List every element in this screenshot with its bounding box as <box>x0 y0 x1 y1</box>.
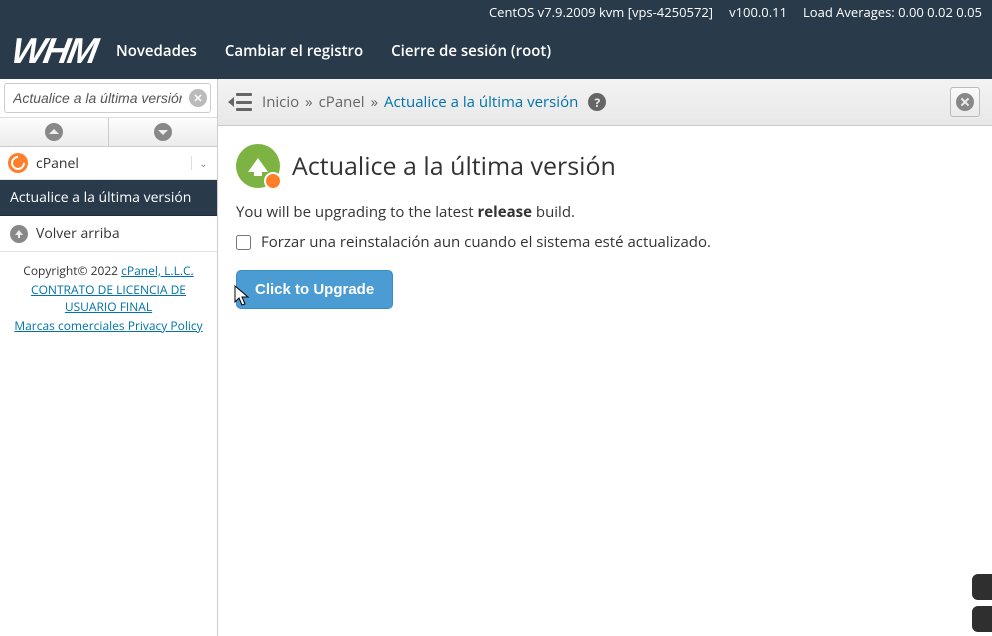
share-widget-icon[interactable] <box>972 606 992 632</box>
breadcrumb-section[interactable]: cPanel <box>319 92 365 112</box>
back-top-label: Volver arriba <box>36 224 120 243</box>
force-reinstall-checkbox[interactable] <box>236 235 251 250</box>
back-to-top[interactable]: Volver arriba <box>0 216 217 252</box>
search-wrap: ✕ <box>0 79 217 118</box>
force-reinstall-label: Forzar una reinstalación aun cuando el s… <box>261 232 711 252</box>
nav-logout[interactable]: Cierre de sesión (root) <box>391 41 551 61</box>
help-icon[interactable]: ? <box>588 93 606 111</box>
arrow-left-icon <box>228 97 234 107</box>
chevron-up-icon <box>45 123 63 141</box>
search-clear-icon[interactable]: ✕ <box>189 89 207 107</box>
breadcrumb-back-button[interactable] <box>230 93 252 111</box>
sidebar-controls <box>0 118 217 147</box>
arrow-up-icon <box>10 225 28 243</box>
cpanel-badge-icon <box>264 172 282 190</box>
breadcrumb-close-button[interactable] <box>950 87 980 117</box>
status-load: Load Averages: 0.00 0.02 0.05 <box>803 3 982 19</box>
sidebar-footer: Copyright© 2022 cPanel, L.L.C. CONTRATO … <box>0 252 217 346</box>
upgrade-button[interactable]: Click to Upgrade <box>236 270 393 309</box>
page-title: Actualice a la última versión <box>236 144 974 188</box>
page-heading: Actualice a la última versión <box>292 149 616 183</box>
upgrade-notice: You will be upgrading to the latest rele… <box>236 202 974 222</box>
status-os: CentOS v7.9.2009 kvm [vps-4250572] <box>489 3 713 19</box>
header: WHM Novedades Cambiar el registro Cierre… <box>0 22 992 79</box>
sidebar: ✕ cPanel ⌄ Actualice a la última versión <box>0 79 218 636</box>
breadcrumb-home[interactable]: Inicio <box>262 92 299 112</box>
chevron-down-icon[interactable]: ⌄ <box>191 156 209 170</box>
status-version: v100.0.11 <box>729 3 787 19</box>
category-label: cPanel <box>36 154 191 173</box>
upgrade-icon <box>236 144 280 188</box>
sidebar-category-cpanel[interactable]: cPanel ⌄ <box>0 147 217 180</box>
nav-news[interactable]: Novedades <box>116 41 197 61</box>
cpanel-icon <box>8 153 28 173</box>
search-input[interactable] <box>4 83 211 113</box>
chevron-down-icon <box>154 123 172 141</box>
sidebar-item-upgrade[interactable]: Actualice a la última versión <box>0 180 217 216</box>
breadcrumb-bar: Inicio » cPanel » Actualice a la última … <box>218 79 992 126</box>
force-reinstall-row[interactable]: Forzar una reinstalación aun cuando el s… <box>236 232 974 252</box>
footer-trademarks-link[interactable]: Marcas comerciales <box>14 317 127 334</box>
expand-all-button[interactable] <box>109 118 217 146</box>
footer-company-link[interactable]: cPanel, L.L.C. <box>121 262 194 279</box>
footer-eula-link[interactable]: CONTRATO DE LICENCIA DE USUARIO FINAL <box>31 281 186 315</box>
close-icon <box>956 93 974 111</box>
nav-changelog[interactable]: Cambiar el registro <box>225 41 363 61</box>
footer-privacy-link[interactable]: Privacy Policy <box>128 317 203 334</box>
breadcrumb-current: Actualice a la última versión <box>384 92 578 112</box>
status-bar: CentOS v7.9.2009 kvm [vps-4250572] v100.… <box>0 0 992 22</box>
content: Inicio » cPanel » Actualice a la última … <box>218 79 992 636</box>
main-nav: Novedades Cambiar el registro Cierre de … <box>116 41 551 61</box>
whm-logo[interactable]: WHM <box>0 30 120 72</box>
feedback-widget-icon[interactable] <box>972 574 992 600</box>
breadcrumb: Inicio » cPanel » Actualice a la última … <box>262 92 940 112</box>
collapse-all-button[interactable] <box>0 118 109 146</box>
main: Actualice a la última versión You will b… <box>218 126 992 327</box>
